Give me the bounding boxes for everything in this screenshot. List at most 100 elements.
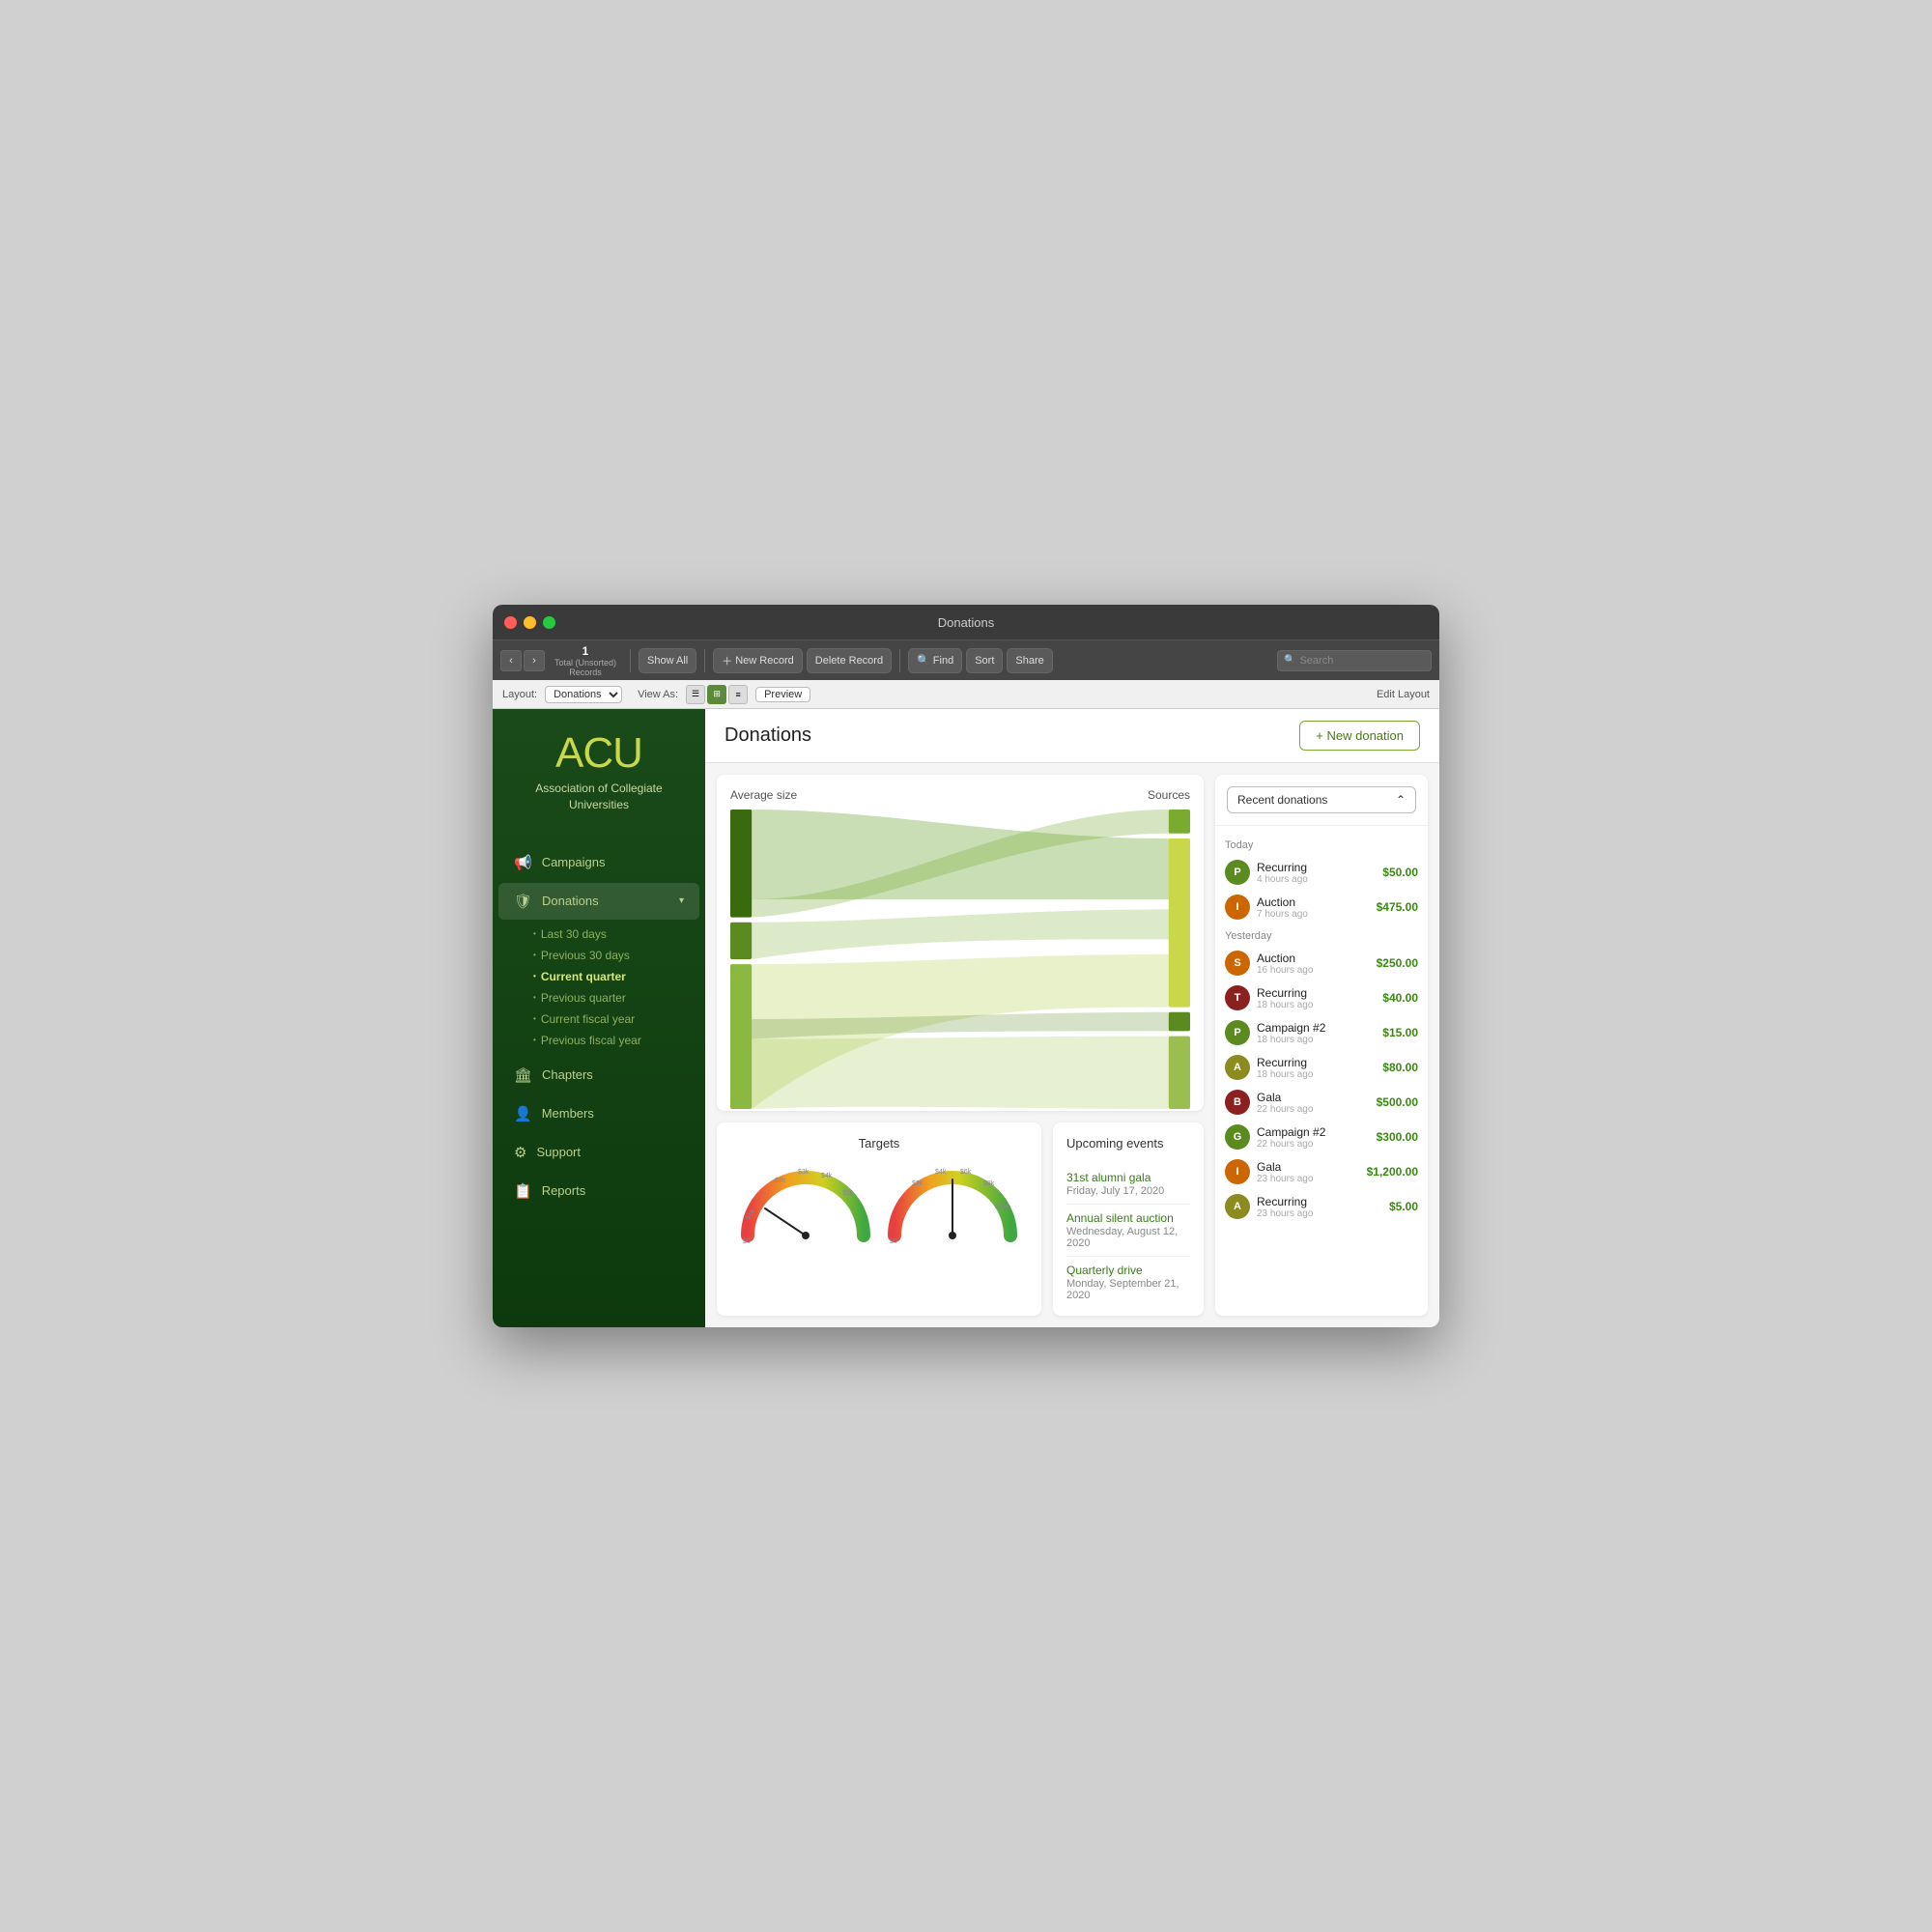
record-total-label: Total (Unsorted) bbox=[554, 658, 616, 668]
sidebar-item-donations[interactable]: 🛡 Donations ▾ bbox=[498, 883, 699, 920]
new-donation-button[interactable]: + New donation bbox=[1299, 721, 1420, 751]
sidebar-item-support[interactable]: ⚙ Support bbox=[498, 1134, 699, 1171]
search-bar[interactable]: 🔍 Search bbox=[1277, 650, 1432, 671]
svg-text:$8k: $8k bbox=[983, 1180, 995, 1187]
close-button[interactable] bbox=[504, 616, 517, 629]
preview-button[interactable]: Preview bbox=[755, 687, 810, 702]
support-icon: ⚙ bbox=[514, 1144, 526, 1161]
show-all-button[interactable]: Show All bbox=[639, 648, 696, 673]
sub-prev-fiscal[interactable]: Previous fiscal year bbox=[533, 1030, 705, 1051]
edit-layout-button[interactable]: Edit Layout bbox=[1377, 689, 1430, 700]
org-name: Association of CollegiateUniversities bbox=[508, 781, 690, 813]
event-date-2: Wednesday, August 12, 2020 bbox=[1066, 1226, 1190, 1249]
table-view-icon[interactable]: ≡ bbox=[728, 685, 748, 704]
event-item-3: Quarterly drive Monday, September 21, 20… bbox=[1066, 1257, 1190, 1308]
chevron-down-icon: ▾ bbox=[679, 895, 684, 906]
record-number: 1 bbox=[582, 644, 589, 658]
record-counter: 1 Total (Unsorted) Records bbox=[554, 644, 616, 677]
fullscreen-button[interactable] bbox=[543, 616, 555, 629]
sub-toolbar: Layout: Donations View As: ☰ ⊞ ≡ Preview… bbox=[493, 680, 1439, 709]
events-list: 31st alumni gala Friday, July 17, 2020 A… bbox=[1066, 1164, 1190, 1308]
new-record-button[interactable]: ＋ New Record bbox=[713, 648, 803, 673]
feed-item-3: T Recurring 18 hours ago $40.00 bbox=[1225, 980, 1418, 1015]
feed-type-3: Recurring bbox=[1257, 986, 1376, 1000]
sidebar: ACU Association of CollegiateUniversitie… bbox=[493, 709, 705, 1327]
feed-time-9: 23 hours ago bbox=[1257, 1208, 1382, 1219]
feed-type-1: Auction bbox=[1257, 895, 1370, 909]
right-panel-header: Recent donations ⌃ bbox=[1215, 775, 1428, 826]
sort-button[interactable]: Sort bbox=[966, 648, 1003, 673]
layout-select[interactable]: Donations bbox=[545, 686, 622, 703]
feed-info-4: Campaign #2 18 hours ago bbox=[1257, 1021, 1376, 1045]
forward-button[interactable]: › bbox=[524, 650, 545, 671]
feed-info-5: Recurring 18 hours ago bbox=[1257, 1056, 1376, 1080]
feed-item-4: P Campaign #2 18 hours ago $15.00 bbox=[1225, 1015, 1418, 1050]
campaigns-icon: 📢 bbox=[514, 854, 532, 871]
share-button[interactable]: Share bbox=[1007, 648, 1052, 673]
layout-label: Layout: bbox=[502, 689, 537, 700]
feed-amount-5: $80.00 bbox=[1382, 1061, 1418, 1074]
feed-type-5: Recurring bbox=[1257, 1056, 1376, 1069]
right-panel: Recent donations ⌃ Today P Recurring 4 h… bbox=[1215, 775, 1428, 1316]
minimize-button[interactable] bbox=[524, 616, 536, 629]
sidebar-nav: 📢 Campaigns 🛡 Donations ▾ Last 30 days P… bbox=[493, 844, 705, 1211]
gauges-row: $0 $1k $2k $3k $4k $5k bbox=[730, 1158, 1028, 1245]
sankey-header: Average size Sources bbox=[730, 788, 1190, 802]
events-title: Upcoming events bbox=[1066, 1136, 1190, 1151]
main-content: Donations + New donation Average size So… bbox=[705, 709, 1439, 1327]
sidebar-item-reports[interactable]: 📋 Reports bbox=[498, 1173, 699, 1209]
feed-type-4: Campaign #2 bbox=[1257, 1021, 1376, 1035]
list-view-icon[interactable]: ☰ bbox=[686, 685, 705, 704]
recent-donations-button[interactable]: Recent donations ⌃ bbox=[1227, 786, 1416, 813]
feed-amount-4: $15.00 bbox=[1382, 1026, 1418, 1039]
feed-type-0: Recurring bbox=[1257, 861, 1376, 874]
reports-label: Reports bbox=[542, 1183, 586, 1198]
donations-submenu: Last 30 days Previous 30 days Current qu… bbox=[493, 922, 705, 1057]
feed-info-0: Recurring 4 hours ago bbox=[1257, 861, 1376, 885]
feed-time-8: 23 hours ago bbox=[1257, 1174, 1360, 1184]
logo-text: ACU bbox=[508, 732, 690, 775]
svg-text:$4k: $4k bbox=[935, 1169, 947, 1176]
avatar-5: A bbox=[1225, 1055, 1250, 1080]
page-title: Donations bbox=[724, 724, 811, 747]
main-header: Donations + New donation bbox=[705, 709, 1439, 763]
sub-prev-quarter[interactable]: Previous quarter bbox=[533, 987, 705, 1009]
event-date-1: Friday, July 17, 2020 bbox=[1066, 1185, 1190, 1197]
feed-item-0: P Recurring 4 hours ago $50.00 bbox=[1225, 855, 1418, 890]
sub-current-fiscal[interactable]: Current fiscal year bbox=[533, 1009, 705, 1030]
events-card: Upcoming events 31st alumni gala Friday,… bbox=[1053, 1122, 1204, 1316]
sankey-svg: Large 36.0% Medium 12.2% Small 51.8% bbox=[730, 810, 1190, 1109]
gauge-2-svg: $0 $2k $4k $6k $8k $10k bbox=[885, 1158, 1020, 1245]
gauge-1: $0 $1k $2k $3k $4k $5k bbox=[738, 1158, 873, 1245]
sidebar-item-campaigns[interactable]: 📢 Campaigns bbox=[498, 844, 699, 881]
sidebar-item-members[interactable]: 👤 Members bbox=[498, 1095, 699, 1132]
sub-last-30[interactable]: Last 30 days bbox=[533, 923, 705, 945]
targets-card: Targets bbox=[717, 1122, 1041, 1316]
feed-info-1: Auction 7 hours ago bbox=[1257, 895, 1370, 920]
feed-amount-7: $300.00 bbox=[1377, 1130, 1418, 1144]
nav-buttons: ‹ › bbox=[500, 650, 545, 671]
feed-item-5: A Recurring 18 hours ago $80.00 bbox=[1225, 1050, 1418, 1085]
event-title-2: Annual silent auction bbox=[1066, 1211, 1190, 1225]
feed-time-5: 18 hours ago bbox=[1257, 1069, 1376, 1080]
sidebar-item-chapters[interactable]: 🏛 Chapters bbox=[498, 1057, 699, 1094]
feed-item-7: G Campaign #2 22 hours ago $300.00 bbox=[1225, 1120, 1418, 1154]
toolbar-separator-3 bbox=[899, 649, 900, 672]
gauge-1-svg: $0 $1k $2k $3k $4k $5k bbox=[738, 1158, 873, 1245]
feed-info-8: Gala 23 hours ago bbox=[1257, 1160, 1360, 1184]
feed-amount-0: $50.00 bbox=[1382, 866, 1418, 879]
feed-time-2: 16 hours ago bbox=[1257, 965, 1370, 976]
delete-record-button[interactable]: Delete Record bbox=[807, 648, 892, 673]
sankey-card: Average size Sources bbox=[717, 775, 1204, 1111]
sub-prev-30[interactable]: Previous 30 days bbox=[533, 945, 705, 966]
back-button[interactable]: ‹ bbox=[500, 650, 522, 671]
support-label: Support bbox=[536, 1145, 581, 1159]
svg-text:$6k: $6k bbox=[960, 1169, 972, 1176]
find-button[interactable]: 🔍 Find bbox=[908, 648, 962, 673]
today-section-title: Today bbox=[1225, 839, 1418, 851]
event-date-3: Monday, September 21, 2020 bbox=[1066, 1278, 1190, 1301]
sub-current-quarter[interactable]: Current quarter bbox=[533, 966, 705, 987]
main-panels: Average size Sources bbox=[705, 763, 1439, 1327]
avatar-8: I bbox=[1225, 1159, 1250, 1184]
card-view-icon[interactable]: ⊞ bbox=[707, 685, 726, 704]
